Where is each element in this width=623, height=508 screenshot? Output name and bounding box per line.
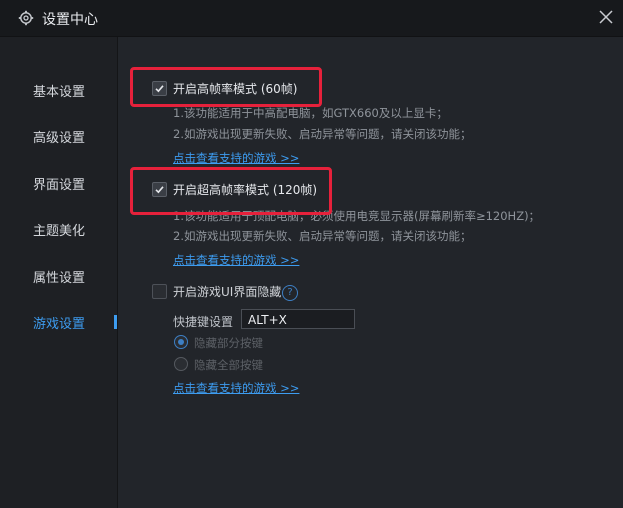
sidebar-item-label: 高级设置	[33, 131, 86, 146]
highlight-box	[130, 67, 322, 107]
sidebar-item-interface[interactable]: 界面设置	[0, 168, 117, 198]
sidebar-item-basic[interactable]: 基本设置	[0, 75, 117, 105]
highlight-box	[130, 167, 332, 215]
title-bar: 设置中心	[0, 0, 623, 37]
sidebar-item-label: 属性设置	[33, 271, 86, 286]
sidebar-item-game[interactable]: 游戏设置	[0, 307, 117, 337]
sidebar-item-advanced[interactable]: 高级设置	[0, 121, 117, 151]
sidebar-item-properties[interactable]: 属性设置	[0, 261, 117, 291]
hotkey-label: 快捷键设置	[173, 315, 234, 329]
high-fps-note-1: 1.该功能适用于中高配电脑，如GTX660及以上显卡；	[173, 106, 448, 120]
window-title: 设置中心	[42, 12, 98, 28]
close-icon[interactable]	[598, 9, 614, 25]
radio-hide-all[interactable]	[174, 357, 188, 371]
question-icon[interactable]: ?	[282, 285, 298, 301]
radio-hide-partial-label: 隐藏部分按键	[194, 336, 263, 350]
hotkey-input[interactable]: ALT+X	[241, 309, 355, 329]
ultra-fps-note-2: 2.如游戏出现更新失败、启动异常等问题，请关闭该功能；	[173, 229, 472, 243]
settings-window: 设置中心 基本设置 高级设置 界面设置 主题美化 属性设置 游戏设置 开启高帧率…	[0, 0, 623, 508]
sidebar: 基本设置 高级设置 界面设置 主题美化 属性设置 游戏设置	[0, 37, 117, 508]
sidebar-item-label: 游戏设置	[33, 317, 86, 332]
sidebar-item-label: 界面设置	[33, 178, 86, 193]
ultra-fps-supported-games-link[interactable]: 点击查看支持的游戏 >>	[173, 252, 299, 268]
high-fps-supported-games-link[interactable]: 点击查看支持的游戏 >>	[173, 150, 299, 166]
game-settings-panel: 开启高帧率模式 (60帧) 1.该功能适用于中高配电脑，如GTX660及以上显卡…	[118, 37, 623, 508]
sidebar-item-theme[interactable]: 主题美化	[0, 214, 117, 244]
sidebar-item-label: 主题美化	[33, 224, 86, 239]
gear-icon	[18, 10, 34, 26]
radio-hide-all-label: 隐藏全部按键	[194, 358, 263, 372]
high-fps-note-2: 2.如游戏出现更新失败、启动异常等问题，请关闭该功能；	[173, 127, 472, 141]
hide-ui-checkbox[interactable]	[152, 284, 167, 299]
hide-ui-supported-games-link[interactable]: 点击查看支持的游戏 >>	[173, 380, 299, 396]
sidebar-item-label: 基本设置	[33, 85, 86, 100]
hide-ui-label[interactable]: 开启游戏UI界面隐藏	[173, 283, 281, 300]
radio-hide-partial[interactable]	[174, 335, 188, 349]
